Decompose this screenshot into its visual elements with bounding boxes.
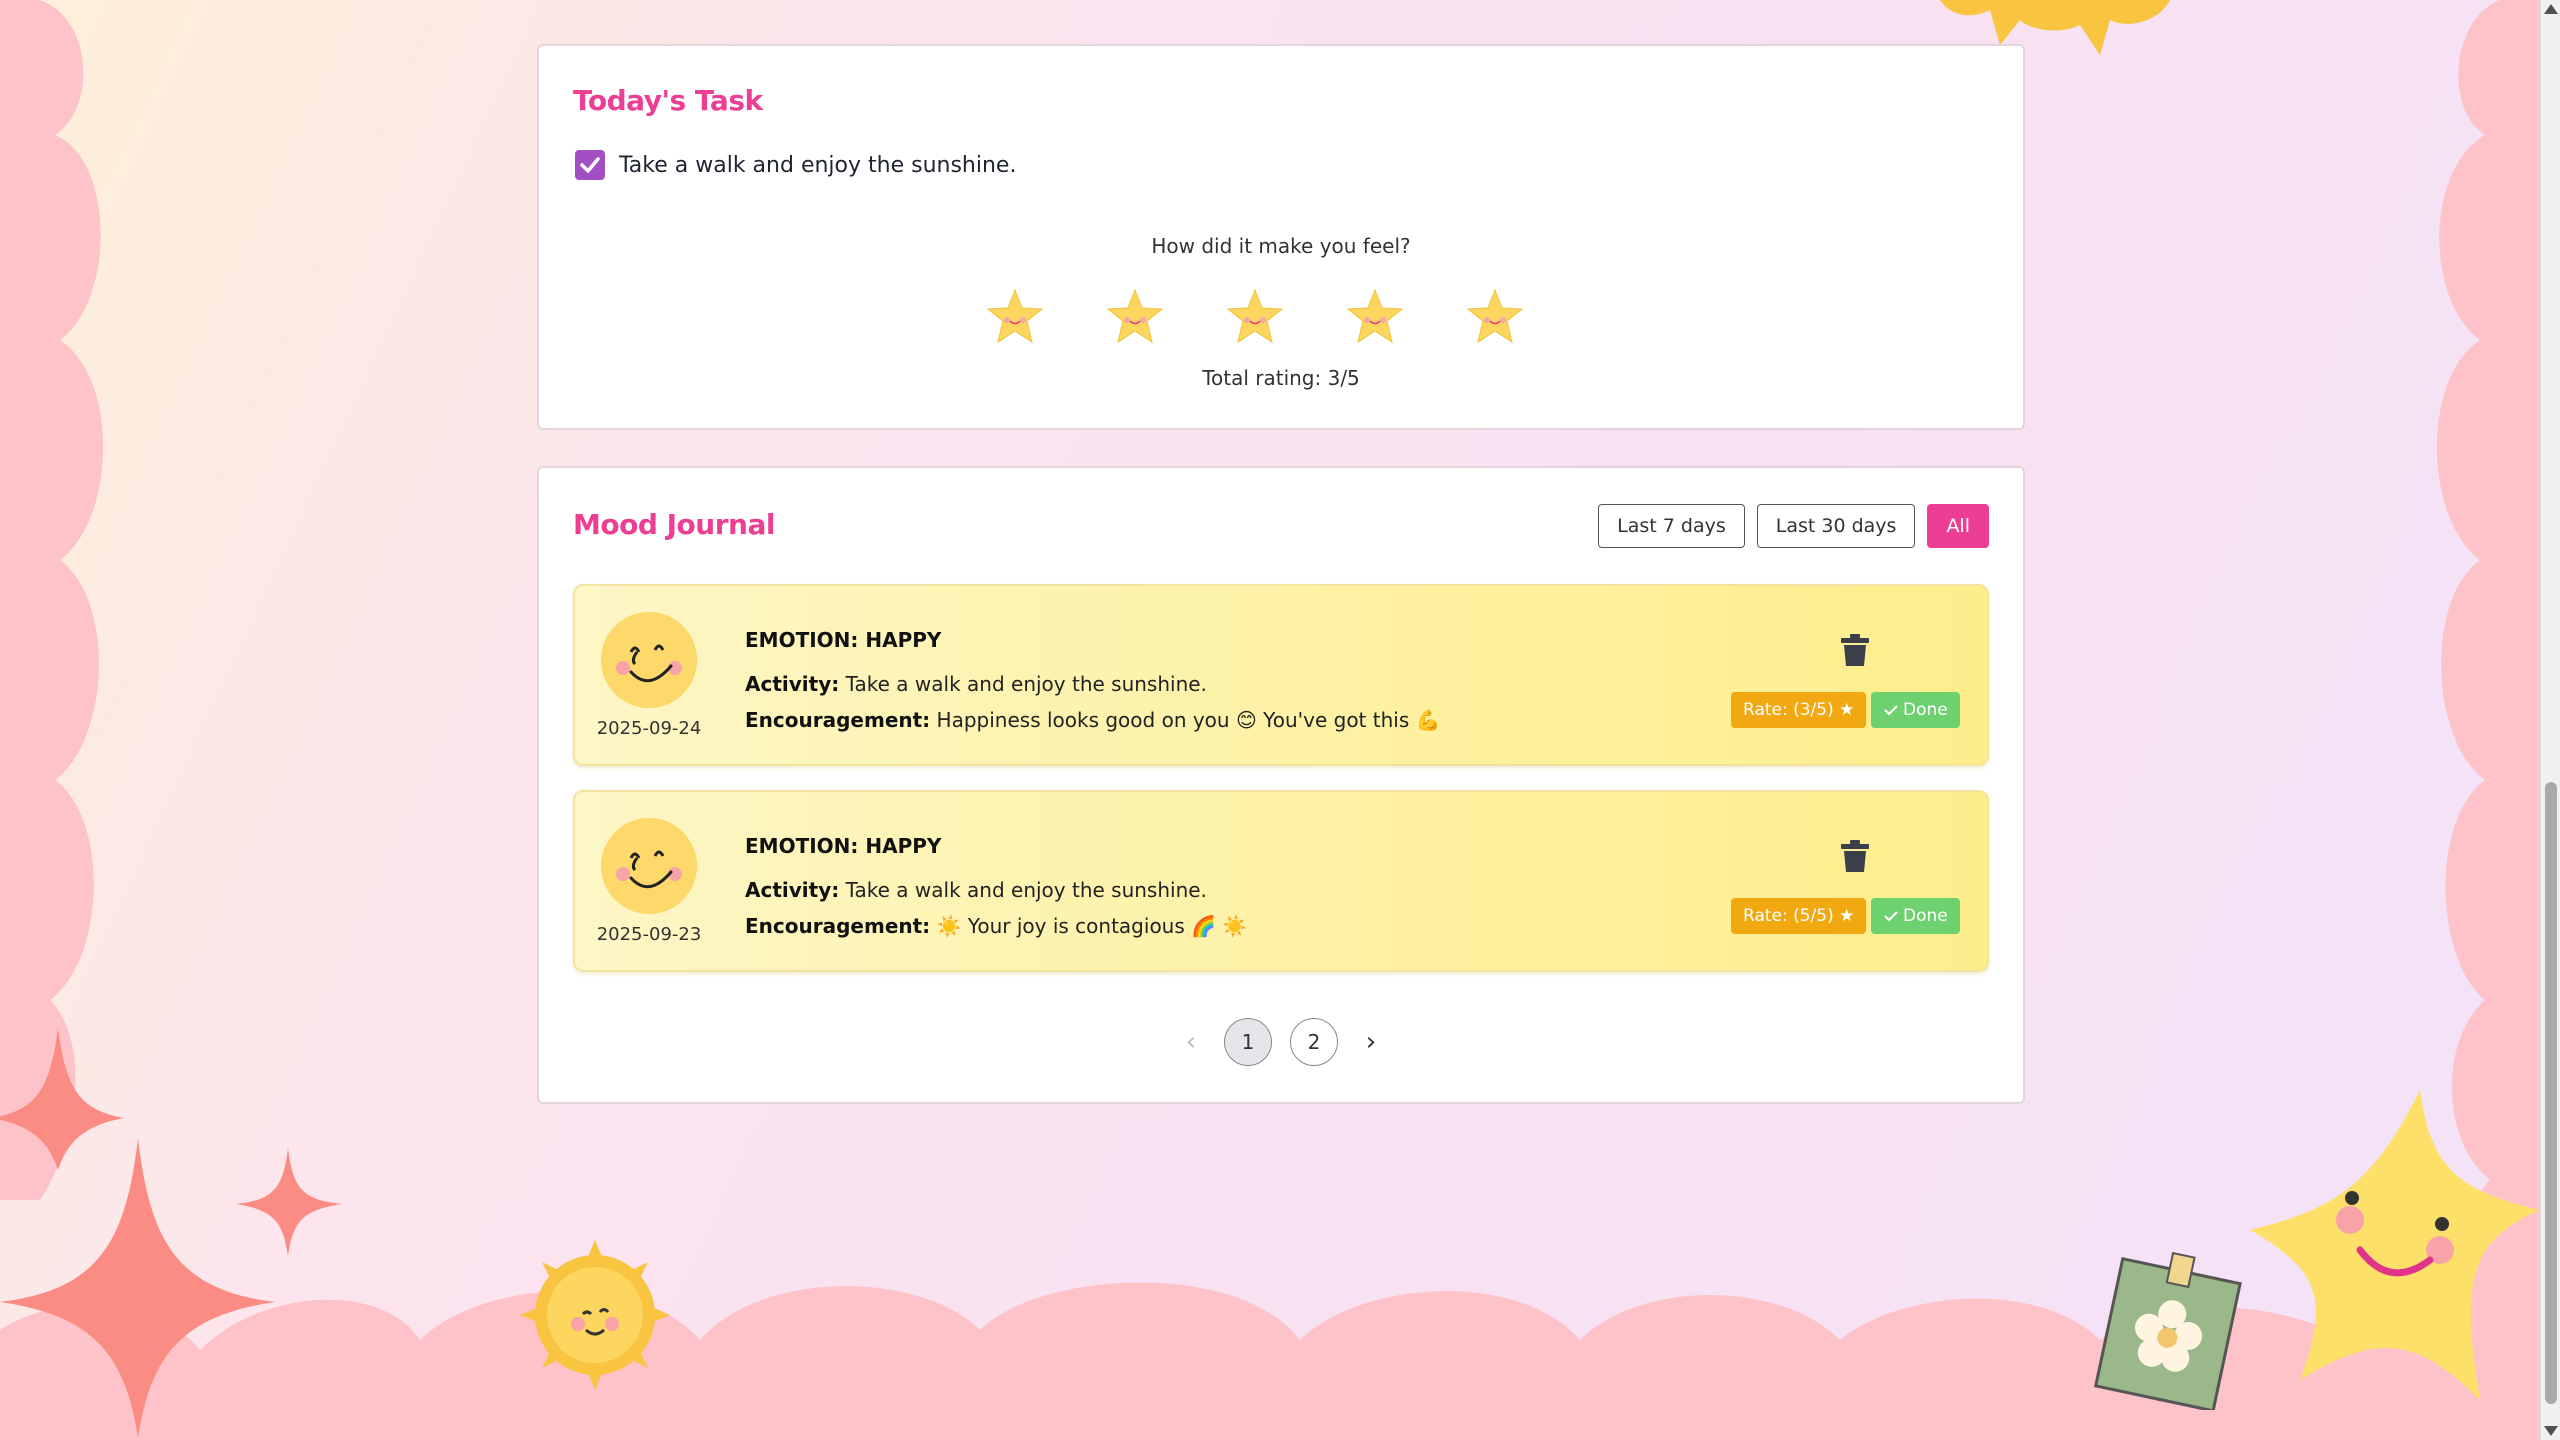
- activity-text: Take a walk and enjoy the sunshine.: [845, 878, 1207, 902]
- cloud-border-left: [0, 0, 104, 1200]
- photo-flower-icon: [2093, 1251, 2242, 1410]
- star-mascot-icon: [2250, 1090, 2540, 1400]
- check-icon: [1884, 911, 1898, 922]
- happy-face-icon: [601, 612, 697, 708]
- done-label: Done: [1903, 700, 1948, 720]
- entry-emotion: EMOTION: HAPPY: [745, 834, 942, 858]
- page-1-button[interactable]: 1: [1224, 1018, 1272, 1066]
- task-checkbox[interactable]: [575, 150, 605, 180]
- entry-activity: Activity: Take a walk and enjoy the suns…: [745, 672, 1207, 696]
- done-label: Done: [1903, 906, 1948, 926]
- sun-icon: [520, 1240, 670, 1390]
- mood-journal-title: Mood Journal: [573, 508, 775, 541]
- feel-prompt: How did it make you feel?: [1151, 234, 1411, 258]
- filter-last-30-days-button[interactable]: Last 30 days: [1756, 504, 1916, 548]
- star-rating-5-icon[interactable]: [1465, 288, 1525, 346]
- cloud-border-right: [2436, 0, 2540, 1440]
- trash-icon[interactable]: [1841, 634, 1869, 666]
- date-filters: Last 7 days Last 30 days All: [1598, 504, 1989, 548]
- filter-last-7-days-button[interactable]: Last 7 days: [1598, 504, 1745, 548]
- rate-badge: Rate: (5/5) ★: [1731, 898, 1867, 934]
- done-badge: Done: [1871, 692, 1960, 728]
- scroll-down-arrow-icon[interactable]: [2544, 1426, 2558, 1436]
- encouragement-text: ☀️ Your joy is contagious 🌈 ☀️: [936, 914, 1248, 938]
- todays-task-title: Today's Task: [573, 84, 763, 117]
- activity-text: Take a walk and enjoy the sunshine.: [845, 672, 1207, 696]
- next-page-button[interactable]: ›: [1356, 1027, 1386, 1057]
- encouragement-text: Happiness looks good on you 😊 You've got…: [936, 708, 1441, 732]
- task-text: Take a walk and enjoy the sunshine.: [619, 152, 1017, 178]
- entry-date: 2025-09-23: [596, 924, 702, 945]
- mood-journal-card: Mood Journal Last 7 days Last 30 days Al…: [537, 466, 2025, 1104]
- entry-emotion: EMOTION: HAPPY: [745, 628, 942, 652]
- page-2-button[interactable]: 2: [1290, 1018, 1338, 1066]
- activity-label: Activity:: [745, 878, 840, 902]
- todays-task-card: Today's Task Take a walk and enjoy the s…: [537, 44, 2025, 430]
- journal-entry: 2025-09-24 EMOTION: HAPPY Activity: Take…: [573, 584, 1989, 766]
- rate-badge: Rate: (3/5) ★: [1731, 692, 1867, 728]
- sparkle-large-icon: [0, 1028, 342, 1438]
- total-rating: Total rating: 3/5: [1202, 366, 1360, 390]
- checkmark-icon: [580, 157, 600, 173]
- entry-encouragement: Encouragement: Happiness looks good on y…: [745, 708, 1441, 732]
- star-rating: [985, 288, 1525, 346]
- entry-encouragement: Encouragement: ☀️ Your joy is contagious…: [745, 914, 1247, 938]
- cloud-border-bottom: [0, 1282, 2540, 1440]
- happy-face-icon: [601, 818, 697, 914]
- page-scrollbar[interactable]: [2540, 0, 2560, 1440]
- activity-label: Activity:: [745, 672, 840, 696]
- trash-icon[interactable]: [1841, 840, 1869, 872]
- encouragement-label: Encouragement:: [745, 708, 931, 732]
- scroll-thumb[interactable]: [2545, 782, 2557, 1404]
- star-rating-1-icon[interactable]: [985, 288, 1045, 346]
- star-rating-4-icon[interactable]: [1345, 288, 1405, 346]
- done-badge: Done: [1871, 898, 1960, 934]
- task-row: Take a walk and enjoy the sunshine.: [575, 150, 1016, 180]
- check-icon: [1884, 705, 1898, 716]
- journal-entry: 2025-09-23 EMOTION: HAPPY Activity: Take…: [573, 790, 1989, 972]
- prev-page-button[interactable]: ‹: [1176, 1027, 1206, 1057]
- entry-date: 2025-09-24: [596, 718, 702, 739]
- encouragement-label: Encouragement:: [745, 914, 931, 938]
- entry-activity: Activity: Take a walk and enjoy the suns…: [745, 878, 1207, 902]
- star-rating-2-icon[interactable]: [1105, 288, 1165, 346]
- scroll-up-arrow-icon[interactable]: [2544, 4, 2558, 14]
- star-rating-3-icon[interactable]: [1225, 288, 1285, 346]
- pagination: ‹ 1 2 ›: [539, 1018, 2023, 1066]
- filter-all-button[interactable]: All: [1927, 504, 1989, 548]
